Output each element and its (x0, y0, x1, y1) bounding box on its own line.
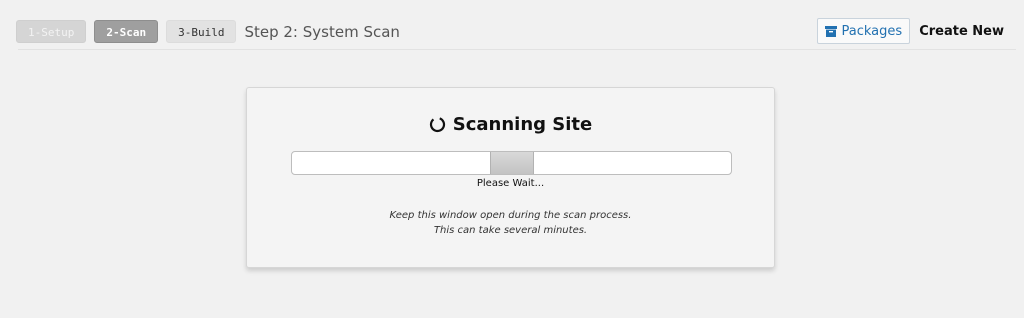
archive-box-icon (824, 25, 837, 37)
header-divider (18, 49, 1016, 50)
top-bar: 1-Setup 2-Scan 3-Build Step 2: System Sc… (0, 0, 1024, 50)
page-title: Step 2: System Scan (244, 22, 400, 41)
scan-progress-bar (291, 151, 732, 175)
header-actions: Packages Create New (816, 18, 1004, 44)
notice-line-2: This can take several minutes. (433, 225, 588, 236)
scan-title: Scanning Site (452, 114, 593, 135)
wizard-steps: 1-Setup 2-Scan 3-Build Step 2: System Sc… (16, 20, 400, 43)
packages-label: Packages (841, 23, 903, 39)
progress-indicator (490, 152, 534, 174)
step-build: 3-Build (166, 20, 237, 43)
scan-notice: Keep this window open during the scan pr… (247, 208, 774, 238)
scan-heading: Scanning Site (247, 114, 774, 135)
spinner-icon (429, 116, 446, 133)
packages-button[interactable]: Packages (816, 18, 911, 44)
step-setup: 1-Setup (16, 20, 87, 43)
step-scan: 2-Scan (94, 20, 159, 43)
create-new-link[interactable]: Create New (919, 24, 1004, 39)
status-text: Please Wait... (476, 178, 545, 189)
notice-line-1: Keep this window open during the scan pr… (389, 210, 632, 221)
scan-panel: Scanning Site Please Wait... Keep this w… (246, 87, 775, 268)
